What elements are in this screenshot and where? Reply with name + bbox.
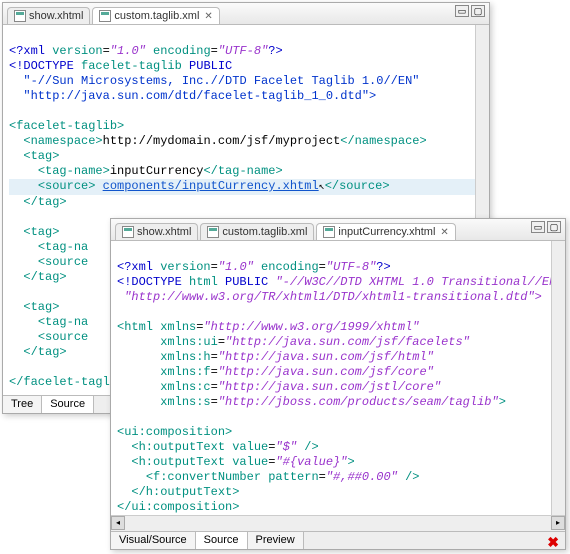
tab-source[interactable]: Source xyxy=(196,532,248,549)
close-icon[interactable]: ✕ xyxy=(204,11,212,22)
maximize-button[interactable]: ▢ xyxy=(471,5,485,17)
file-icon xyxy=(122,226,134,238)
file-icon xyxy=(99,10,111,22)
tab-visual-source[interactable]: Visual/Source xyxy=(111,532,196,549)
source-link[interactable]: components/inputCurrency.xhtml xyxy=(103,179,319,193)
tab-show-xhtml[interactable]: show.xhtml xyxy=(115,223,198,240)
vertical-scrollbar[interactable] xyxy=(551,241,565,531)
editor-window-2: show.xhtml custom.taglib.xml inputCurren… xyxy=(110,218,566,550)
file-icon xyxy=(14,10,26,22)
scroll-right-button[interactable]: ▸ xyxy=(551,516,565,530)
tab-label: show.xhtml xyxy=(137,226,191,238)
tab-custom-taglib[interactable]: custom.taglib.xml ✕ xyxy=(92,7,219,24)
bottom-tab-bar: Visual/Source Source Preview ✖ xyxy=(111,531,565,549)
tab-show-xhtml[interactable]: show.xhtml xyxy=(7,7,90,24)
tab-input-currency[interactable]: inputCurrency.xhtml ✕ xyxy=(316,223,455,240)
tab-bar: show.xhtml custom.taglib.xml inputCurren… xyxy=(111,219,565,241)
maximize-button[interactable]: ▢ xyxy=(547,221,561,233)
minimize-button[interactable]: ▭ xyxy=(455,5,469,17)
scroll-left-button[interactable]: ◂ xyxy=(111,516,125,530)
close-icon[interactable]: ✕ xyxy=(440,227,448,238)
minimize-button[interactable]: ▭ xyxy=(531,221,545,233)
tab-label: custom.taglib.xml xyxy=(222,226,307,238)
tab-source[interactable]: Source xyxy=(42,396,94,413)
code-editor[interactable]: <?xml version="1.0" encoding="UTF-8"?> <… xyxy=(111,241,565,515)
tab-bar: show.xhtml custom.taglib.xml ✕ ▭ ▢ xyxy=(3,3,489,25)
file-icon xyxy=(207,226,219,238)
error-icon[interactable]: ✖ xyxy=(547,534,559,551)
window-controls: ▭ ▢ xyxy=(531,221,561,233)
horizontal-scrollbar[interactable]: ◂ ▸ xyxy=(111,515,565,531)
file-icon xyxy=(323,226,335,238)
tab-label: show.xhtml xyxy=(29,10,83,22)
tab-label: custom.taglib.xml xyxy=(114,10,199,22)
tab-label: inputCurrency.xhtml xyxy=(338,226,435,238)
window-controls: ▭ ▢ xyxy=(455,5,485,17)
tab-tree[interactable]: Tree xyxy=(3,396,42,413)
tab-custom-taglib[interactable]: custom.taglib.xml xyxy=(200,223,314,240)
tab-preview[interactable]: Preview xyxy=(248,532,304,549)
